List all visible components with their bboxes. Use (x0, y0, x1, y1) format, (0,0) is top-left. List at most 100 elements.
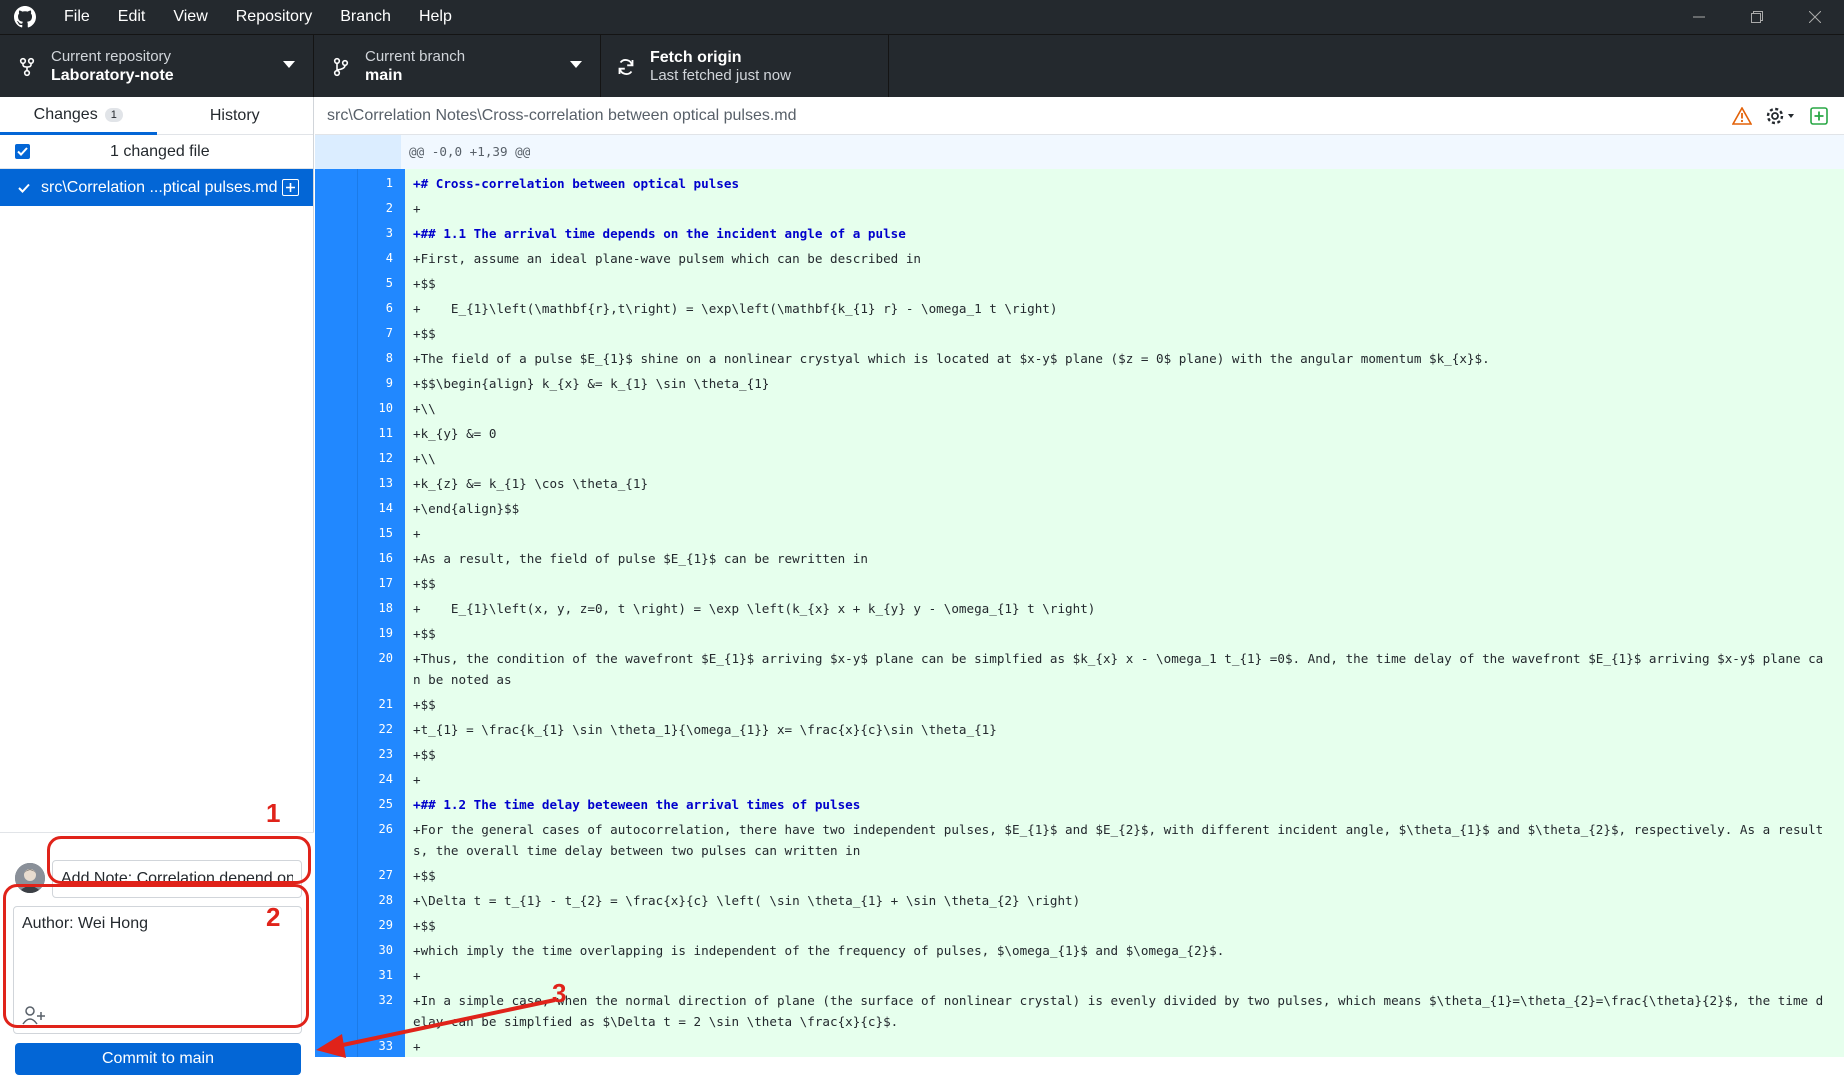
menu-repository[interactable]: Repository (222, 0, 326, 34)
line-number[interactable]: 30 (357, 936, 401, 961)
line-number[interactable]: 17 (357, 569, 401, 594)
diff-gutter[interactable] (315, 815, 357, 861)
close-icon[interactable] (1786, 0, 1844, 34)
line-number[interactable]: 16 (357, 544, 401, 569)
diff-gutter[interactable] (315, 219, 357, 244)
diff-gutter[interactable] (315, 494, 357, 519)
line-number[interactable]: 25 (357, 790, 401, 815)
line-number[interactable]: 12 (357, 444, 401, 469)
menu-branch[interactable]: Branch (326, 0, 405, 34)
diff-line[interactable]: 13 +k_{z} &= k_{1} \cos \theta_{1} (315, 469, 1844, 494)
line-number[interactable]: 5 (357, 269, 401, 294)
changed-file-item[interactable]: src\Correlation ...ptical pulses.md (0, 169, 313, 206)
line-number[interactable]: 23 (357, 740, 401, 765)
line-number[interactable]: 10 (357, 394, 401, 419)
diff-gutter[interactable] (315, 469, 357, 494)
diff-gutter[interactable] (315, 594, 357, 619)
diff-gutter[interactable] (315, 740, 357, 765)
line-number[interactable]: 1 (357, 169, 401, 194)
line-number[interactable]: 4 (357, 244, 401, 269)
diff-line[interactable]: 19 +$$ (315, 619, 1844, 644)
diff-line[interactable]: 33 + (315, 1032, 1844, 1057)
diff-gutter[interactable] (315, 194, 357, 219)
diff-gutter[interactable] (315, 344, 357, 369)
diff-line[interactable]: 21 +$$ (315, 690, 1844, 715)
diff-gutter[interactable] (315, 244, 357, 269)
diff-line[interactable]: 6 + E_{1}\left(\mathbf{r},t\right) = \exp… (315, 294, 1844, 319)
diff-gutter[interactable] (315, 569, 357, 594)
diff-line[interactable]: 15 + (315, 519, 1844, 544)
diff-gutter[interactable] (315, 394, 357, 419)
restore-icon[interactable] (1728, 0, 1786, 34)
diff-line[interactable]: 32 +In a simple case, when the normal dir… (315, 986, 1844, 1032)
check-icon[interactable] (16, 183, 32, 193)
diff-gutter[interactable] (315, 936, 357, 961)
line-number[interactable]: 15 (357, 519, 401, 544)
diff-gutter[interactable] (315, 690, 357, 715)
diff-gutter[interactable] (315, 861, 357, 886)
diff-line[interactable]: 10 +\\ (315, 394, 1844, 419)
diff-line[interactable]: 3 +## 1.1 The arrival time depends on the… (315, 219, 1844, 244)
current-branch-button[interactable]: Current branch main (314, 35, 601, 98)
line-number[interactable]: 28 (357, 886, 401, 911)
diff-gutter[interactable] (315, 790, 357, 815)
diff-line[interactable]: 17 +$$ (315, 569, 1844, 594)
diff-gutter[interactable] (315, 644, 357, 690)
line-number[interactable]: 3 (357, 219, 401, 244)
diff-gutter[interactable] (315, 444, 357, 469)
menu-view[interactable]: View (159, 0, 221, 34)
diff-line[interactable]: 2 + (315, 194, 1844, 219)
gear-icon[interactable] (1766, 106, 1796, 131)
line-number[interactable]: 6 (357, 294, 401, 319)
diff-gutter[interactable] (315, 544, 357, 569)
tab-history[interactable]: History (157, 97, 314, 135)
warning-icon[interactable] (1731, 106, 1753, 130)
diff-line[interactable]: 18 + E_{1}\left(x, y, z=0, t \right) = \e… (315, 594, 1844, 619)
diff-gutter[interactable] (315, 369, 357, 394)
select-all-checkbox[interactable] (15, 144, 30, 159)
diff-line[interactable]: 30 +which imply the time overlapping is i… (315, 936, 1844, 961)
diff-line[interactable]: 24 + (315, 765, 1844, 790)
diff-line[interactable]: 27 +$$ (315, 861, 1844, 886)
line-number[interactable]: 31 (357, 961, 401, 986)
diff-gutter[interactable] (315, 619, 357, 644)
diff-line[interactable]: 22 +t_{1} = \frac{k_{1} \sin \theta_1}{\o… (315, 715, 1844, 740)
diff-gutter[interactable] (315, 961, 357, 986)
fetch-origin-button[interactable]: Fetch origin Last fetched just now (601, 35, 889, 98)
diff-line[interactable]: 8 +The field of a pulse $E_{1}$ shine on … (315, 344, 1844, 369)
minimize-icon[interactable] (1670, 0, 1728, 34)
diff-gutter[interactable] (315, 294, 357, 319)
diff-gutter[interactable] (315, 886, 357, 911)
expand-add-icon[interactable] (1810, 107, 1828, 130)
menu-edit[interactable]: Edit (104, 0, 160, 34)
diff-line[interactable]: 5 +$$ (315, 269, 1844, 294)
diff-line[interactable]: 31 + (315, 961, 1844, 986)
line-number[interactable]: 9 (357, 369, 401, 394)
diff-gutter[interactable] (315, 715, 357, 740)
diff-line[interactable]: 23 +$$ (315, 740, 1844, 765)
diff-line[interactable]: 26 +For the general cases of autocorrelat… (315, 815, 1844, 861)
diff-gutter[interactable] (315, 986, 357, 1032)
diff-line[interactable]: 4 +First, assume an ideal plane-wave puls… (315, 244, 1844, 269)
diff-line[interactable]: 12 +\\ (315, 444, 1844, 469)
current-repository-button[interactable]: Current repository Laboratory-note (0, 35, 314, 98)
line-number[interactable]: 18 (357, 594, 401, 619)
line-number[interactable]: 7 (357, 319, 401, 344)
diff-gutter[interactable] (315, 269, 357, 294)
line-number[interactable]: 11 (357, 419, 401, 444)
diff-line[interactable]: 14 +\end{align}$$ (315, 494, 1844, 519)
diff-line[interactable]: 16 +As a result, the field of pulse $E_{1… (315, 544, 1844, 569)
diff-gutter[interactable] (315, 911, 357, 936)
diff-gutter[interactable] (315, 319, 357, 344)
line-number[interactable]: 33 (357, 1032, 401, 1057)
line-number[interactable]: 22 (357, 715, 401, 740)
line-number[interactable]: 19 (357, 619, 401, 644)
diff-gutter[interactable] (315, 419, 357, 444)
tab-changes[interactable]: Changes 1 (0, 97, 157, 135)
line-number[interactable]: 13 (357, 469, 401, 494)
diff-gutter[interactable] (315, 169, 357, 194)
diff-line[interactable]: 29 +$$ (315, 911, 1844, 936)
line-number[interactable]: 21 (357, 690, 401, 715)
diff-line[interactable]: 9 +$$\begin{align} k_{x} &= k_{1} \sin \t… (315, 369, 1844, 394)
diff-line[interactable]: 28 +\Delta t = t_{1} - t_{2} = \frac{x}{c… (315, 886, 1844, 911)
